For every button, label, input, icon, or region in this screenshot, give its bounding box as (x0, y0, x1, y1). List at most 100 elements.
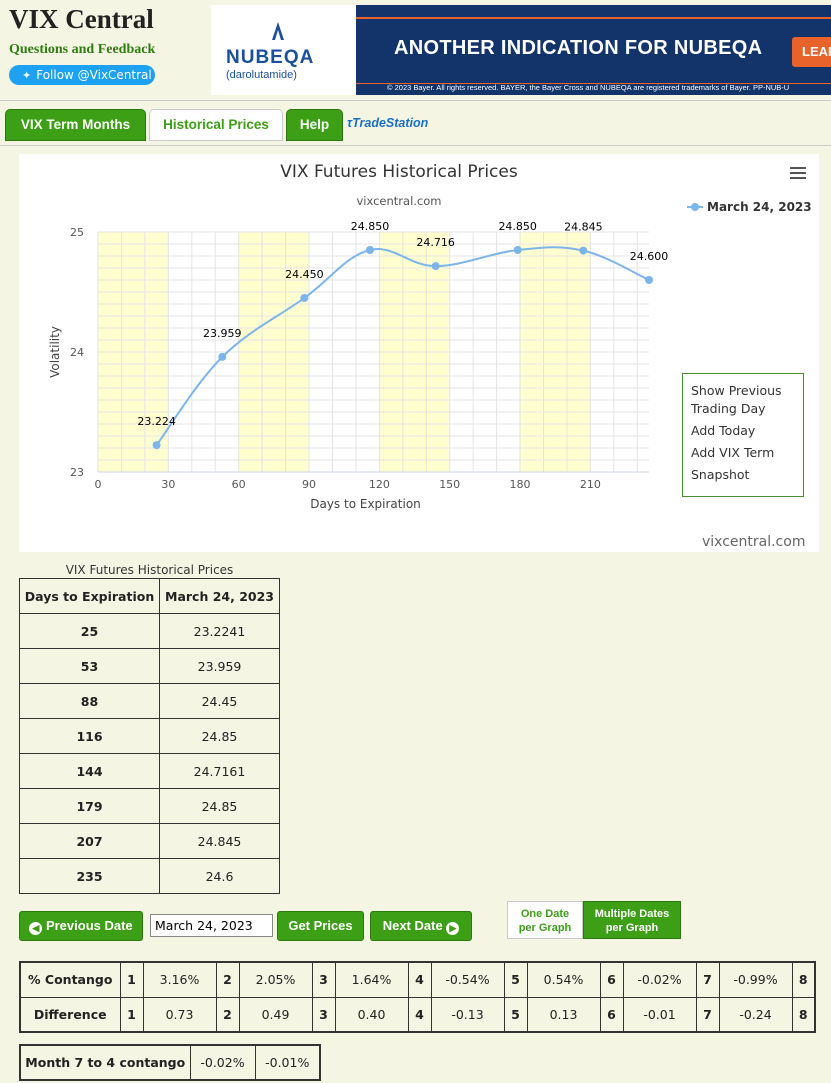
data-point (365, 246, 374, 254)
advertisement-banner[interactable]: NUBEQA (darolutamide) ANOTHER INDICATION… (211, 5, 831, 95)
tradestation-link[interactable]: τTradeStation (347, 116, 428, 130)
data-label: 24.450 (285, 268, 324, 281)
contango-table: % Contango 1 3.16% 2 2.05% 3 1.64% 4 -0.54% 5 0.54… (19, 961, 816, 1033)
header-days: Days to Expiration (19, 578, 160, 614)
previous-date-button[interactable]: ◀ Previous Date (19, 911, 143, 941)
data-label: 23.959 (203, 327, 242, 340)
data-point (513, 246, 522, 254)
one-date-per-graph-toggle[interactable]: One Date per Graph (507, 901, 583, 939)
month-number: 1 (119, 961, 144, 998)
chart-context-menu: Show Previous Trading Day Add Today Add … (682, 373, 804, 497)
chart-subtitle: vixcentral.com (357, 194, 442, 208)
difference-value: 0.40 (334, 996, 409, 1033)
twitter-follow-button[interactable]: ✦ Follow @VixCentral (9, 65, 155, 85)
month-number: 7 (695, 961, 720, 998)
price-cell: 23.959 (159, 648, 280, 684)
x-tick-label: 30 (161, 478, 175, 491)
month-number: 5 (503, 996, 528, 1033)
chart-menu-icon[interactable] (790, 167, 806, 181)
legend-marker (691, 203, 699, 211)
contango-value: 3.16% (142, 961, 217, 998)
table-row: 25 23.2241 (19, 613, 280, 649)
table-caption: VIX Futures Historical Prices (65, 563, 234, 577)
data-label: 24.600 (630, 250, 669, 263)
month-number: 4 (407, 961, 432, 998)
table-row: 144 24.7161 (19, 753, 280, 789)
difference-value: 0.13 (526, 996, 601, 1033)
chevron-right-icon: ▶ (446, 922, 460, 935)
days-cell: 53 (19, 648, 160, 684)
price-cell: 24.85 (159, 788, 280, 824)
price-cell: 24.845 (159, 823, 280, 859)
x-tick-label: 150 (439, 478, 460, 491)
toggle-multi-line1: Multiple Dates (594, 908, 670, 920)
data-point (218, 352, 227, 361)
days-cell: 88 (19, 683, 160, 719)
date-field[interactable] (150, 914, 273, 937)
x-tick-label: 210 (580, 478, 601, 491)
x-axis-label: Days to Expiration (310, 497, 421, 511)
y-tick-label: 24 (70, 346, 84, 359)
ad-learn-button[interactable]: LEAR (792, 37, 831, 67)
contango-label: % Contango (19, 961, 121, 998)
menu-add-vix-term[interactable]: Add VIX Term (683, 442, 803, 464)
ad-headline: ANOTHER INDICATION FOR NUBEQA (394, 37, 763, 59)
contango-value: -0.99% (718, 961, 793, 998)
month-number: 3 (311, 996, 336, 1033)
previous-date-label: Previous Date (45, 918, 133, 933)
month74-label: Month 7 to 4 contango (19, 1044, 191, 1081)
next-date-label: Next Date (382, 918, 443, 933)
month7-4-contango-table: Month 7 to 4 contango -0.02% -0.01% (19, 1044, 321, 1081)
y-tick-label: 23 (70, 466, 84, 479)
x-tick-label: 0 (95, 478, 102, 491)
month-number: 5 (503, 961, 528, 998)
site-title[interactable]: VIX Central (9, 4, 154, 35)
contango-value: -0.54% (430, 961, 505, 998)
tab-help[interactable]: Help (286, 109, 343, 141)
questions-feedback-link[interactable]: Questions and Feedback (9, 42, 155, 58)
price-cell: 24.45 (159, 683, 280, 719)
data-point (152, 441, 161, 450)
table-row: 88 24.45 (19, 683, 280, 719)
chart-container: VIX Futures Historical Prices vixcentral.… (19, 154, 819, 552)
chart-watermark[interactable]: vixcentral.com (702, 534, 805, 550)
data-point (579, 246, 588, 255)
days-cell: 179 (19, 788, 160, 824)
month-number: 1 (119, 996, 144, 1033)
multiple-dates-per-graph-toggle[interactable]: Multiple Dates per Graph (583, 901, 681, 939)
twitter-bird-icon: ✦ (22, 69, 32, 82)
menu-add-today[interactable]: Add Today (683, 420, 803, 442)
difference-value: -0.13 (430, 996, 505, 1033)
price-cell: 24.6 (159, 858, 280, 894)
month-number: 4 (407, 996, 432, 1033)
x-tick-label: 60 (232, 478, 246, 491)
tab-historical-prices[interactable]: Historical Prices (149, 109, 283, 141)
data-point (431, 262, 440, 271)
month-number: 6 (599, 961, 624, 998)
next-date-button[interactable]: Next Date ▶ (370, 911, 472, 941)
tradestation-label: TradeStation (352, 116, 429, 130)
month74-value: -0.01% (254, 1044, 321, 1081)
month-number: 6 (599, 996, 624, 1033)
table-row: 179 24.85 (19, 788, 280, 824)
x-tick-label: 180 (510, 478, 531, 491)
contango-value: 2.05% (238, 961, 313, 998)
data-point (300, 294, 309, 302)
ad-brand-sub: (darolutamide) (226, 69, 297, 81)
table-row: 53 23.959 (19, 648, 280, 684)
follow-label: Follow @VixCentral (36, 68, 152, 82)
days-cell: 235 (19, 858, 160, 894)
menu-snapshot[interactable]: Snapshot (683, 464, 803, 486)
get-prices-button[interactable]: Get Prices (277, 911, 364, 941)
y-tick-label: 25 (70, 226, 84, 239)
difference-value: -0.24 (718, 996, 793, 1033)
tab-vix-term-months[interactable]: VIX Term Months (5, 109, 146, 141)
chevron-left-icon: ◀ (29, 922, 43, 935)
difference-value: 0.49 (238, 996, 313, 1033)
toggle-one-line2: per Graph (518, 922, 572, 934)
menu-show-previous[interactable]: Show Previous Trading Day (683, 380, 803, 420)
data-point (645, 276, 653, 284)
month-number: 3 (311, 961, 336, 998)
month-number: 7 (695, 996, 720, 1033)
table-row: 116 24.85 (19, 718, 280, 754)
